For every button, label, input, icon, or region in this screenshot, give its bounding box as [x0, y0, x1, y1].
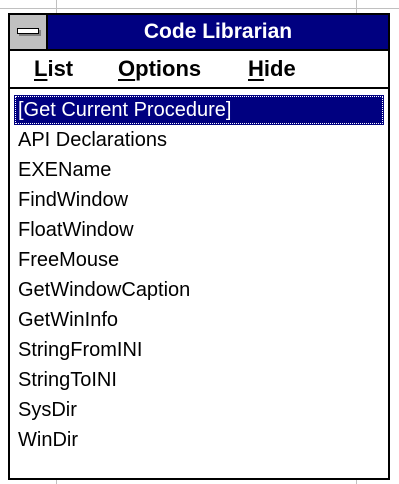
list-item-api-declarations[interactable]: API Declarations — [14, 125, 384, 155]
menu-bar: List Options Hide — [10, 51, 388, 89]
system-menu-bar-glyph — [17, 28, 39, 34]
menu-hide-accelerator: H — [248, 56, 264, 81]
menu-options-label: ptions — [135, 56, 202, 81]
title-bar[interactable]: Code Librarian — [10, 15, 388, 51]
list-item-getwindowcaption[interactable]: GetWindowCaption — [14, 275, 384, 305]
menu-list-label: ist — [47, 56, 74, 81]
list-item-freemouse[interactable]: FreeMouse — [14, 245, 384, 275]
list-item-sysdir[interactable]: SysDir — [14, 395, 384, 425]
menu-list[interactable]: List — [34, 51, 73, 87]
list-item-floatwindow[interactable]: FloatWindow — [14, 215, 384, 245]
code-librarian-window: Code Librarian List Options Hide [Get Cu… — [8, 13, 390, 480]
window-title: Code Librarian — [143, 20, 293, 43]
menu-options-accelerator: O — [118, 56, 136, 81]
list-item-stringfromini[interactable]: StringFromINI — [14, 335, 384, 365]
list-item-exename[interactable]: EXEName — [14, 155, 384, 185]
system-menu-icon[interactable] — [10, 15, 48, 49]
menu-list-accelerator: L — [34, 56, 48, 81]
menu-options[interactable]: Options — [118, 51, 201, 87]
background-line — [0, 8, 399, 9]
menu-hide-label: ide — [263, 56, 296, 81]
list-item-stringtoini[interactable]: StringToINI — [14, 365, 384, 395]
procedure-list[interactable]: [Get Current Procedure] API Declarations… — [10, 89, 388, 478]
list-item-windir[interactable]: WinDir — [14, 425, 384, 455]
menu-hide[interactable]: Hide — [248, 51, 296, 87]
list-item-get-current-procedure[interactable]: [Get Current Procedure] — [14, 95, 384, 125]
list-item-findwindow[interactable]: FindWindow — [14, 185, 384, 215]
list-item-getwininfo[interactable]: GetWinInfo — [14, 305, 384, 335]
